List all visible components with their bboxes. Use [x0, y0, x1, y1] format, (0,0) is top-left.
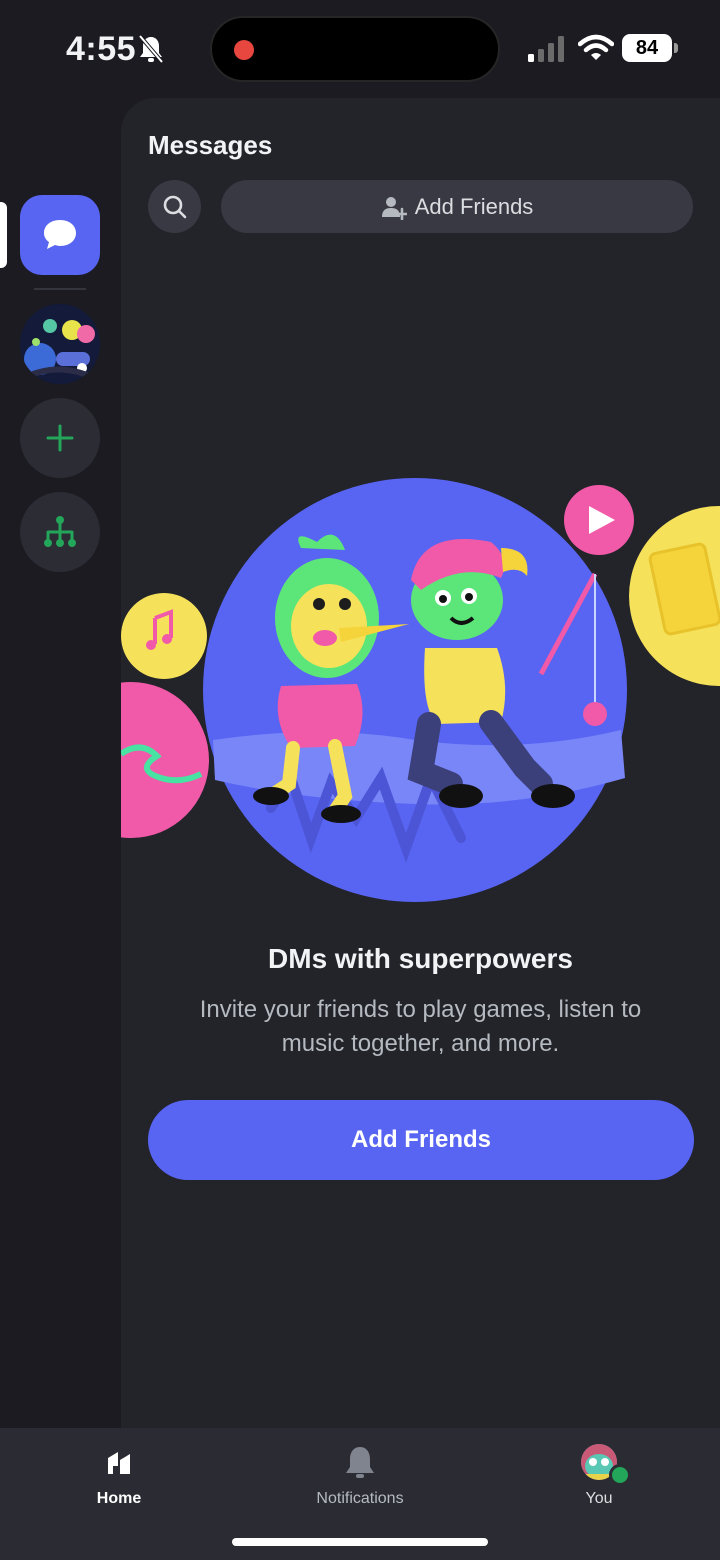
online-status-icon [609, 1464, 631, 1486]
direct-messages-button[interactable] [20, 195, 100, 275]
home-icon [99, 1442, 139, 1482]
empty-state-illustration [121, 478, 720, 902]
search-icon [163, 195, 186, 218]
search-button[interactable] [148, 180, 201, 233]
rail-separator [34, 288, 86, 290]
page-title: Messages [148, 130, 273, 160]
hub-icon [44, 516, 76, 547]
tab-home[interactable]: Home [39, 1442, 199, 1522]
cellular-signal-icon [528, 36, 564, 62]
tab-notifications-label: Notifications [316, 1490, 404, 1507]
tab-you-label: You [585, 1490, 613, 1507]
wifi-icon [578, 34, 614, 60]
avatar [581, 1444, 631, 1486]
add-friends-button[interactable]: Add Friends [148, 1100, 694, 1180]
you-avatar-wrap [579, 1442, 631, 1486]
dynamic-island [210, 16, 500, 82]
add-friends-top-label: Add Friends [414, 193, 534, 219]
decor-pink-circle [121, 682, 209, 838]
battery-icon: 84 [622, 34, 678, 62]
bell-muted-icon [138, 34, 164, 64]
home-indicator [232, 1538, 488, 1546]
add-server-button[interactable] [20, 398, 100, 478]
plus-icon [46, 424, 74, 452]
recording-dot-icon [234, 40, 254, 60]
messages-panel: Messages Add Friends DMs with superpower… [121, 98, 720, 1428]
status-time: 4:55 [66, 30, 137, 68]
status-bar: 4:55 84 [0, 0, 720, 96]
discover-button[interactable] [20, 492, 100, 572]
server-art-icon [20, 304, 100, 384]
hero-circle [203, 478, 627, 902]
add-friend-icon [381, 196, 407, 220]
battery-level: 84 [622, 34, 672, 62]
bell-icon [340, 1442, 380, 1482]
tab-home-label: Home [96, 1490, 142, 1507]
server-avatar[interactable] [20, 304, 100, 384]
tab-you[interactable]: You [519, 1442, 679, 1522]
battery-tip [674, 43, 678, 53]
empty-state-subtext: Invite your friends to play games, liste… [199, 996, 642, 1057]
add-friends-top-button[interactable]: Add Friends [221, 180, 693, 233]
active-indicator [0, 202, 7, 268]
tab-notifications[interactable]: Notifications [280, 1442, 440, 1522]
chat-bubble-icon [44, 220, 76, 249]
server-rail [0, 96, 120, 1428]
empty-state-heading: DMs with superpowers [268, 943, 573, 974]
